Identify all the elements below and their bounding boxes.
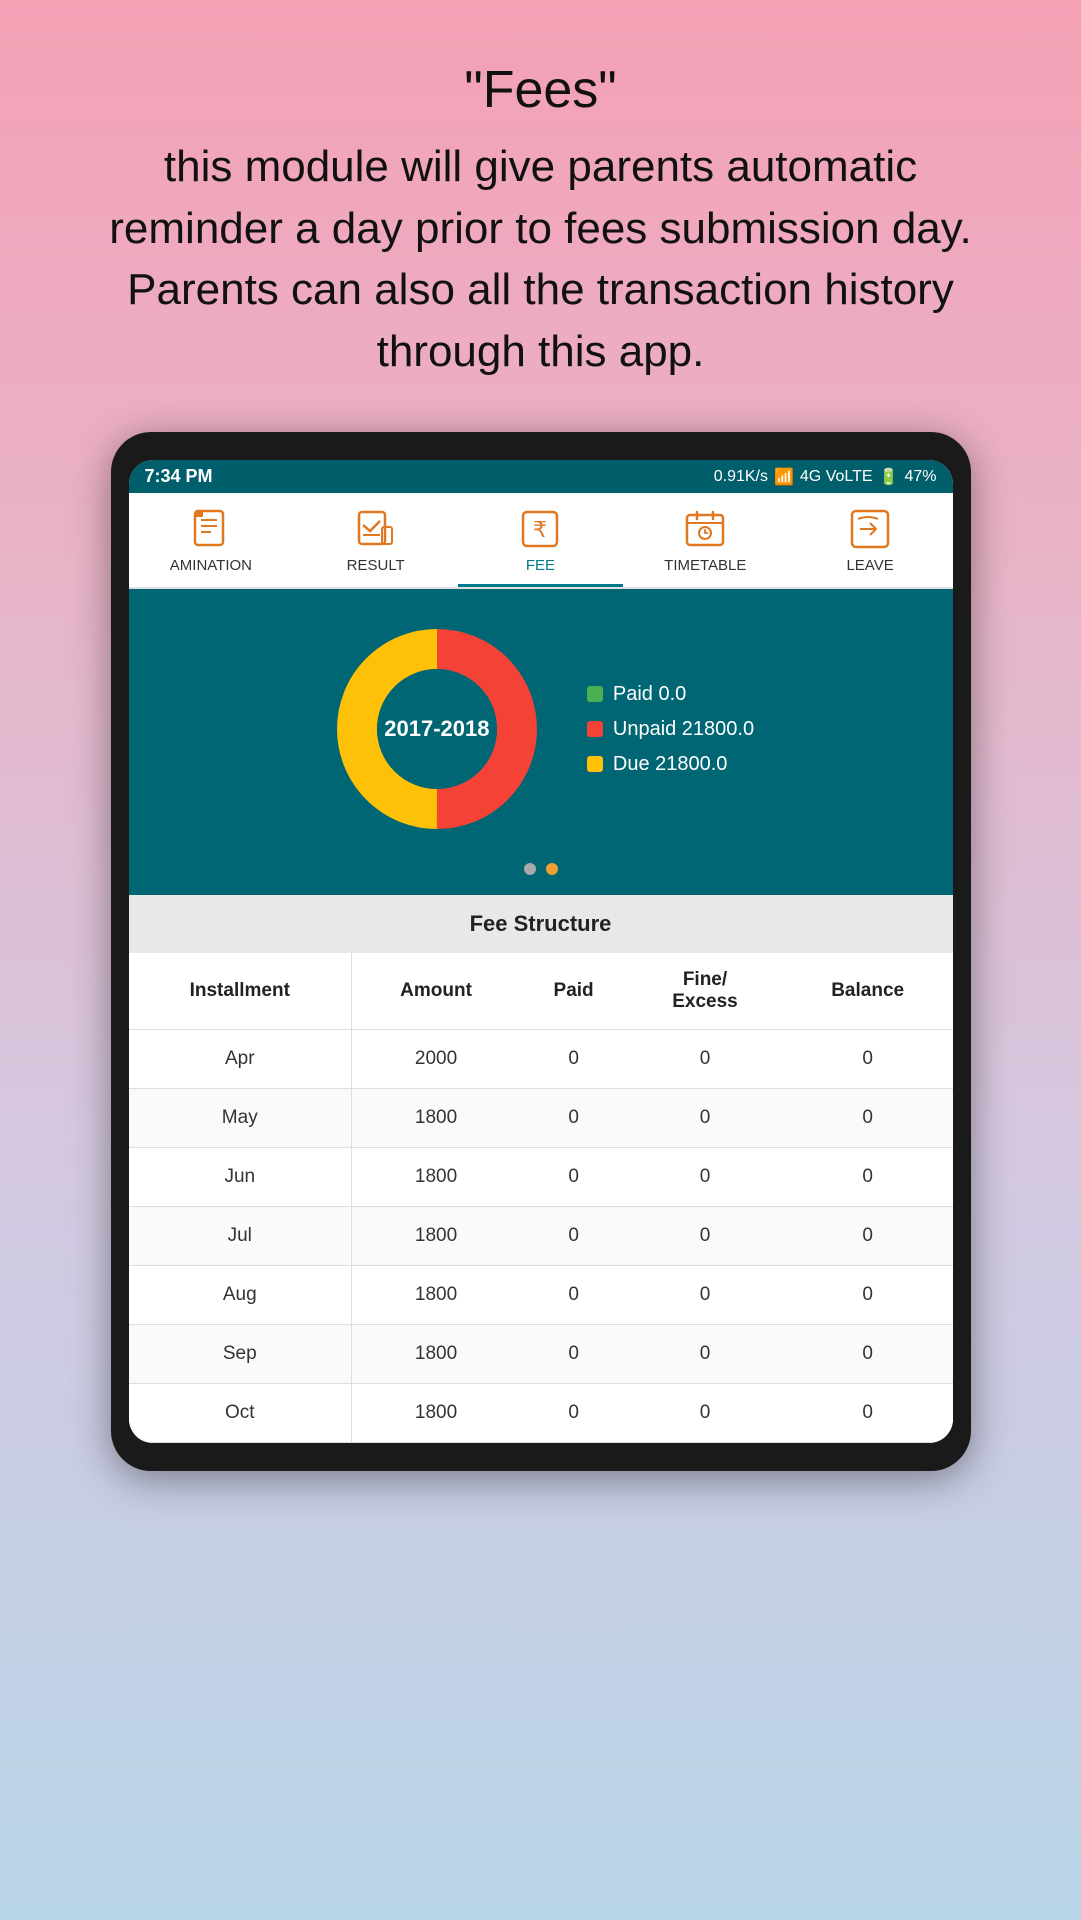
unpaid-color-dot [587,721,603,737]
cell-fine-excess: 0 [627,1030,783,1089]
cell-fine-excess: 0 [627,1384,783,1443]
cell-balance: 0 [783,1266,953,1325]
timetable-icon [683,507,727,551]
chart-dot-2[interactable] [546,863,558,875]
cell-balance: 0 [783,1089,953,1148]
phone-screen: 7:34 PM 0.91K/s 📶 4G VoLTE 🔋 47% AMINAT [129,460,953,1443]
cell-amount: 1800 [352,1266,521,1325]
cell-paid: 0 [520,1325,627,1384]
cell-amount: 2000 [352,1030,521,1089]
legend-due: Due 21800.0 [587,753,754,776]
tab-result-label: RESULT [347,557,405,574]
status-bar: 7:34 PM 0.91K/s 📶 4G VoLTE 🔋 47% [129,460,953,493]
tab-fee-label: FEE [526,557,555,574]
tab-leave[interactable]: LEAVE [788,493,953,587]
legend-unpaid: Unpaid 21800.0 [587,718,754,741]
tab-timetable-label: TIMETABLE [664,557,746,574]
col-fine-excess: Fine/Excess [627,953,783,1030]
table-row: Oct 1800 0 0 0 [129,1384,953,1443]
network-speed: 0.91K/s [714,468,768,486]
cell-fine-excess: 0 [627,1148,783,1207]
phone-mockup: 7:34 PM 0.91K/s 📶 4G VoLTE 🔋 47% AMINAT [111,432,971,1471]
table-row: Jul 1800 0 0 0 [129,1207,953,1266]
status-time: 7:34 PM [145,466,213,487]
exam-icon [189,507,233,551]
cell-fine-excess: 0 [627,1266,783,1325]
tab-leave-label: LEAVE [846,557,893,574]
cell-amount: 1800 [352,1148,521,1207]
cell-amount: 1800 [352,1089,521,1148]
chart-legend: Paid 0.0 Unpaid 21800.0 Due 21800.0 [587,683,754,776]
svg-text:₹: ₹ [533,517,547,542]
cell-balance: 0 [783,1325,953,1384]
cell-amount: 1800 [352,1325,521,1384]
tab-examination-label: AMINATION [170,557,252,574]
cell-installment: May [129,1089,352,1148]
donut-chart: 2017-2018 [327,619,547,839]
cell-installment: Sep [129,1325,352,1384]
tab-timetable[interactable]: TIMETABLE [623,493,788,587]
table-row: Aug 1800 0 0 0 [129,1266,953,1325]
tab-examination[interactable]: AMINATION [129,493,294,587]
battery-level: 47% [904,468,936,486]
result-icon [354,507,398,551]
leave-icon [848,507,892,551]
chart-dot-1[interactable] [524,863,536,875]
due-color-dot [587,756,603,772]
status-right: 0.91K/s 📶 4G VoLTE 🔋 47% [714,467,937,487]
chart-year-label: 2017-2018 [384,716,489,742]
tab-result[interactable]: RESULT [293,493,458,587]
legend-paid: Paid 0.0 [587,683,754,706]
cell-paid: 0 [520,1384,627,1443]
col-paid: Paid [520,953,627,1030]
battery-icon: 🔋 [879,467,899,487]
cell-installment: Apr [129,1030,352,1089]
cell-amount: 1800 [352,1207,521,1266]
paid-color-dot [587,686,603,702]
col-amount: Amount [352,953,521,1030]
cell-paid: 0 [520,1030,627,1089]
table-header-row: Installment Amount Paid Fine/Excess Bala… [129,953,953,1030]
paid-label: Paid 0.0 [613,683,686,706]
cell-installment: Aug [129,1266,352,1325]
cell-paid: 0 [520,1207,627,1266]
col-installment: Installment [129,953,352,1030]
unpaid-label: Unpaid 21800.0 [613,718,754,741]
cell-balance: 0 [783,1207,953,1266]
cell-installment: Jul [129,1207,352,1266]
nav-tabs: AMINATION RESULT ₹ FEE [129,493,953,589]
table-row: May 1800 0 0 0 [129,1089,953,1148]
cell-balance: 0 [783,1030,953,1089]
table-row: Jun 1800 0 0 0 [129,1148,953,1207]
cell-balance: 0 [783,1148,953,1207]
tab-fee[interactable]: ₹ FEE [458,493,623,587]
col-balance: Balance [783,953,953,1030]
due-label: Due 21800.0 [613,753,728,776]
cell-fine-excess: 0 [627,1207,783,1266]
page-title: "Fees" [80,60,1001,120]
cell-paid: 0 [520,1266,627,1325]
fee-icon: ₹ [518,507,562,551]
wifi-icon: 📶 [774,467,794,487]
header-section: "Fees" this module will give parents aut… [0,0,1081,422]
cell-amount: 1800 [352,1384,521,1443]
chart-area: 2017-2018 Paid 0.0 Unpaid 21800.0 Due 21… [129,589,953,863]
cell-installment: Oct [129,1384,352,1443]
fee-table: Installment Amount Paid Fine/Excess Bala… [129,953,953,1443]
table-row: Apr 2000 0 0 0 [129,1030,953,1089]
cell-balance: 0 [783,1384,953,1443]
fee-structure-title: Fee Structure [129,895,953,953]
cell-paid: 0 [520,1089,627,1148]
page-description: this module will give parents automatic … [80,136,1001,382]
cell-fine-excess: 0 [627,1325,783,1384]
chart-pagination [129,863,953,895]
table-row: Sep 1800 0 0 0 [129,1325,953,1384]
cell-paid: 0 [520,1148,627,1207]
signal-info: 4G VoLTE [800,468,873,486]
cell-fine-excess: 0 [627,1089,783,1148]
cell-installment: Jun [129,1148,352,1207]
